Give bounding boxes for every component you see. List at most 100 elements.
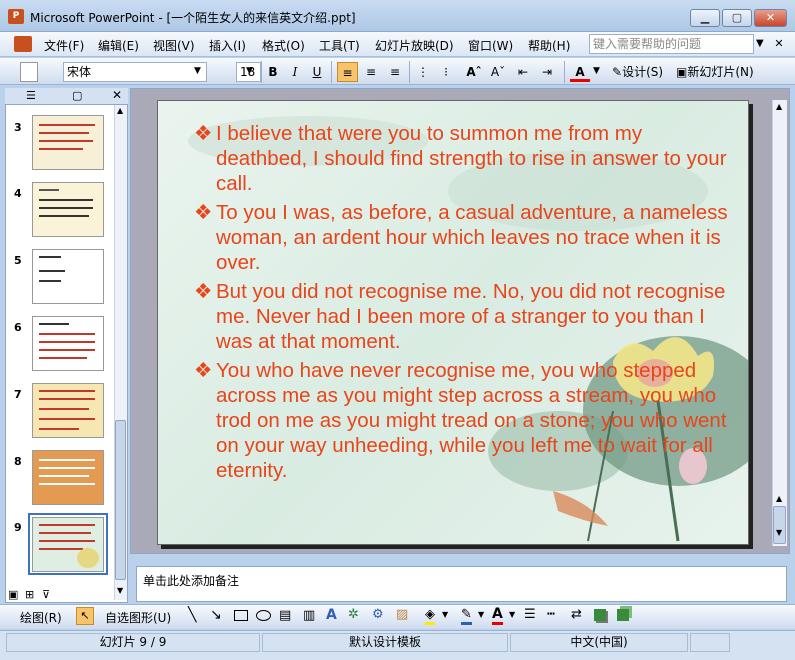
chevron-down-icon[interactable]: ▼ xyxy=(756,38,764,49)
decrease-indent-icon[interactable]: ⇤ xyxy=(514,62,532,82)
slide-number: 7 xyxy=(14,388,22,401)
italic-button[interactable]: I xyxy=(287,62,303,82)
autoshapes-button[interactable]: 自选图形(U) xyxy=(105,609,171,626)
help-search-input[interactable]: 键入需要帮助的问题 xyxy=(589,34,754,54)
slide-scrollbar[interactable] xyxy=(772,100,787,546)
slideshow-view-icon[interactable]: ⊽ xyxy=(42,588,50,601)
previous-slide-icon[interactable]: ▲ xyxy=(776,494,782,503)
menu-view[interactable]: 视图(V) xyxy=(153,37,195,54)
restore-button[interactable]: ▢ xyxy=(722,9,752,27)
align-right-button[interactable]: ≡ xyxy=(385,62,405,82)
3d-style-icon[interactable] xyxy=(617,609,629,621)
line-dropdown-icon[interactable]: ▼ xyxy=(478,610,484,619)
line-tool-icon[interactable]: ╲ xyxy=(188,607,196,623)
doc-close-button[interactable]: ✕ xyxy=(768,35,790,53)
paragraph-text: To you I was, as before, a casual advent… xyxy=(216,201,728,274)
increase-font-icon[interactable]: Aˆ xyxy=(465,62,483,82)
paragraph-text: I believe that were you to summon me fro… xyxy=(216,122,727,195)
menu-slideshow[interactable]: 幻灯片放映(D) xyxy=(375,37,454,54)
decrease-font-icon[interactable]: Aˇ xyxy=(489,62,507,82)
select-pointer-icon[interactable]: ↖ xyxy=(76,607,94,625)
menu-window[interactable]: 窗口(W) xyxy=(468,37,513,54)
slide-thumbnail-8[interactable] xyxy=(32,450,104,505)
font-color-dropdown-icon[interactable]: ▼ xyxy=(509,610,515,619)
size-dropdown-icon[interactable]: ▼ xyxy=(246,66,253,76)
line-style-icon[interactable]: ☰ xyxy=(524,607,536,622)
minimize-button[interactable]: ▁ xyxy=(690,9,720,27)
status-empty-cell xyxy=(690,633,730,652)
slide-paragraph[interactable]: ❖ You who have never recognise me, you wh… xyxy=(194,358,734,483)
align-left-button[interactable]: ≡ xyxy=(337,62,358,82)
slide-thumbnail-7[interactable] xyxy=(32,383,104,438)
new-document-icon[interactable] xyxy=(20,62,38,82)
scroll-up-icon[interactable]: ▲ xyxy=(776,102,782,111)
menu-file[interactable]: 文件(F) xyxy=(44,37,84,54)
slide-paragraph[interactable]: ❖ To you I was, as before, a casual adven… xyxy=(194,200,734,275)
scroll-down-icon[interactable]: ▼ xyxy=(117,586,123,595)
shadow-style-icon[interactable] xyxy=(594,609,606,621)
clipart-icon[interactable]: ⚙ xyxy=(372,607,384,622)
toolbar-separator xyxy=(409,61,410,83)
wordart-icon[interactable]: A xyxy=(326,607,337,623)
arrow-tool-icon[interactable]: ↘ xyxy=(210,607,222,623)
notes-pane[interactable]: 单击此处添加备注 xyxy=(136,566,787,602)
slide-paragraph[interactable]: ❖ But you did not recognise me. No, you d… xyxy=(194,279,734,354)
bold-button[interactable]: B xyxy=(265,62,281,82)
font-family-select[interactable]: 宋体 xyxy=(63,62,207,82)
insert-picture-icon[interactable]: ▨ xyxy=(396,607,408,622)
scroll-thumb[interactable] xyxy=(773,506,786,544)
toolbar-separator xyxy=(564,61,565,83)
current-slide[interactable]: ❖ I believe that were you to summon me fr… xyxy=(157,100,749,545)
dash-style-icon[interactable]: ┅ xyxy=(547,607,555,622)
close-button[interactable]: ✕ xyxy=(754,9,787,27)
fill-color-icon[interactable]: ◈ xyxy=(425,607,435,625)
slides-tab-icon[interactable]: ▢ xyxy=(72,89,82,102)
slide-thumbnail-6[interactable] xyxy=(32,316,104,371)
slide-thumbnail-4[interactable] xyxy=(32,182,104,237)
new-slide-button[interactable]: ▣新幻灯片(N) xyxy=(676,62,764,82)
slide-thumbnail-5[interactable] xyxy=(32,249,104,304)
line-color-icon[interactable]: ✎ xyxy=(461,607,472,625)
status-language: 中文(中国) xyxy=(510,633,688,652)
fill-dropdown-icon[interactable]: ▼ xyxy=(442,610,448,619)
diagram-icon[interactable]: ✲ xyxy=(348,607,359,622)
document-icon[interactable] xyxy=(14,36,32,52)
powerpoint-app-icon[interactable]: P xyxy=(8,9,24,24)
slide-thumbnail-9[interactable] xyxy=(32,517,104,572)
panel-close-icon[interactable]: ✕ xyxy=(112,88,122,102)
rectangle-tool-icon[interactable] xyxy=(234,610,248,621)
next-slide-icon[interactable]: ▼ xyxy=(776,528,782,537)
oval-tool-icon[interactable] xyxy=(256,610,271,621)
vertical-textbox-icon[interactable]: ▥ xyxy=(303,608,315,623)
drawing-font-color-icon[interactable]: A xyxy=(492,606,503,625)
toolbar-separator xyxy=(261,61,262,83)
menu-insert[interactable]: 插入(I) xyxy=(209,37,246,54)
increase-indent-icon[interactable]: ⇥ xyxy=(538,62,556,82)
slide-number: 9 xyxy=(14,521,22,534)
textbox-tool-icon[interactable]: ▤ xyxy=(279,608,291,623)
scroll-up-icon[interactable]: ▲ xyxy=(117,106,123,115)
color-dropdown-icon[interactable]: ▼ xyxy=(593,66,600,76)
arrow-style-icon[interactable]: ⇄ xyxy=(571,607,582,622)
panel-tabstrip xyxy=(5,88,128,105)
menu-help[interactable]: 帮助(H) xyxy=(528,37,570,54)
design-button[interactable]: ✎设计(S) xyxy=(612,62,670,82)
font-dropdown-icon[interactable]: ▼ xyxy=(194,66,201,76)
menu-format[interactable]: 格式(O) xyxy=(262,37,305,54)
numbering-icon[interactable]: ⋮ xyxy=(414,62,432,82)
window-title: Microsoft PowerPoint - [一个陌生女人的来信英文介绍.pp… xyxy=(30,11,356,25)
bullets-icon[interactable]: ⁝ xyxy=(437,62,455,82)
scroll-thumb[interactable] xyxy=(115,420,126,580)
draw-menu-button[interactable]: 绘图(R) xyxy=(20,609,62,626)
align-center-button[interactable]: ≡ xyxy=(361,62,381,82)
slide-thumbnail-3[interactable] xyxy=(32,115,104,170)
new-slide-icon: ▣ xyxy=(676,65,688,79)
slide-sorter-icon[interactable]: ⊞ xyxy=(25,588,34,601)
normal-view-icon[interactable]: ▣ xyxy=(8,588,18,601)
slide-paragraph[interactable]: ❖ I believe that were you to summon me fr… xyxy=(194,121,734,196)
menu-edit[interactable]: 编辑(E) xyxy=(98,37,139,54)
font-color-button[interactable]: A xyxy=(570,62,590,82)
menu-tools[interactable]: 工具(T) xyxy=(319,37,360,54)
outline-tab-icon[interactable]: ☰ xyxy=(26,89,36,102)
underline-button[interactable]: U xyxy=(309,62,325,82)
